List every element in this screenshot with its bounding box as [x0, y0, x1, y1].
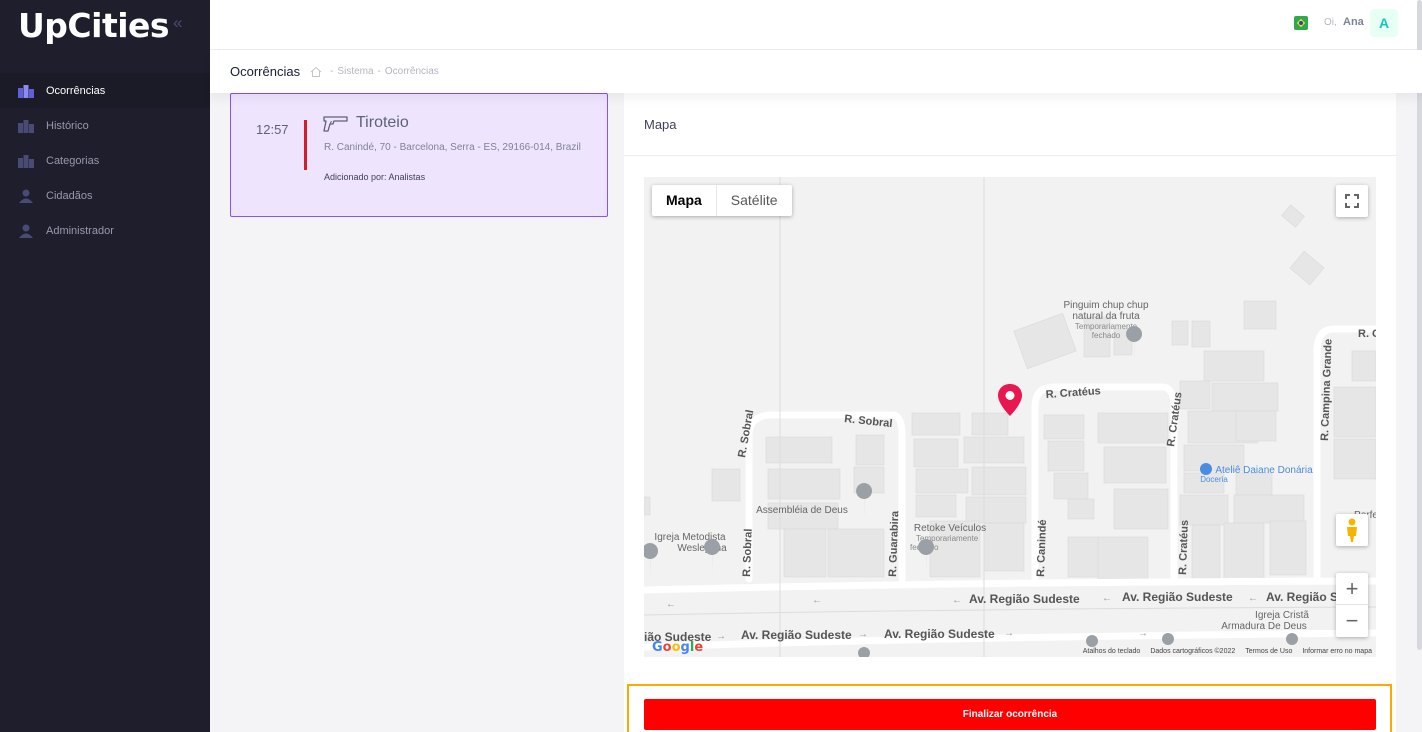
map-footer-link[interactable]: Termos de Uso	[1245, 648, 1292, 655]
occurrence-address: R. Canindé, 70 - Barcelona, Serra - ES, …	[324, 142, 581, 153]
sidebar: UpCities « Ocorrências Histórico Categor…	[0, 0, 210, 732]
history-icon	[18, 118, 34, 134]
breadcrumb-ocorrencias[interactable]: Ocorrências	[385, 66, 439, 77]
app-logo[interactable]: UpCities	[18, 6, 170, 45]
map-label-poi: Retoke Veículos	[914, 523, 986, 534]
occurrence-time: 12:57	[256, 122, 289, 137]
brazil-flag-icon[interactable]	[1294, 16, 1308, 30]
svg-text:→: →	[1138, 628, 1148, 639]
map-footer-link[interactable]: Informar erro no mapa	[1302, 648, 1372, 655]
map-label-street: Av. Região Sudeste	[884, 627, 995, 641]
map-footer: Atalhos do teclado Dados cartográficos ©…	[1083, 648, 1372, 655]
sidebar-item-label: Ocorrências	[46, 84, 106, 97]
map-label-poi: natural da fruta	[1072, 311, 1140, 322]
zoom-out-button[interactable]: −	[1336, 605, 1368, 637]
map-label-street: Av. Região Sudeste	[1122, 590, 1233, 604]
map-label-poi: Assembléia de Deus	[756, 505, 848, 516]
map-type-mapa[interactable]: Mapa	[652, 185, 717, 216]
sidebar-item-historico[interactable]: Histórico	[0, 108, 210, 143]
svg-text:←: ←	[1102, 593, 1112, 604]
map-label-poi: Doceria	[1200, 475, 1228, 484]
sidebar-item-label: Cidadãos	[46, 189, 93, 202]
occurrence-title: Tiroteio	[356, 114, 409, 131]
zoom-control: + −	[1336, 573, 1368, 637]
map-label-poi: Ateliê Daiane Donária	[1215, 465, 1313, 476]
subheader: Ocorrências - Sistema - Ocorrências	[210, 50, 1422, 93]
svg-text:→: →	[716, 631, 726, 642]
map-footer-link[interactable]: Atalhos do teclado	[1083, 648, 1141, 655]
street-view-button[interactable]	[1336, 514, 1368, 546]
collapse-sidebar-icon[interactable]: «	[173, 13, 191, 33]
map-label-street: R. Cratéus	[1177, 520, 1191, 575]
svg-text:→: →	[1004, 628, 1014, 639]
home-icon[interactable]	[310, 66, 322, 78]
map-label-street: Av. Região S	[1266, 590, 1338, 604]
sidebar-item-categorias[interactable]: Categorias	[0, 143, 210, 178]
map-label-street: R. Canindé	[1035, 519, 1049, 577]
map-footer-link[interactable]: Dados cartográficos ©2022	[1150, 648, 1235, 655]
finalize-occurrence-button[interactable]: Finalizar ocorrência	[644, 699, 1376, 730]
map-roads: R. Sobral R. Sobral R. Sobral R. Guarabi…	[644, 177, 1376, 657]
map-label-poi: Pinguim chup chup	[1063, 300, 1148, 311]
location-pin-icon[interactable]	[997, 383, 1023, 417]
breadcrumb-separator: -	[330, 66, 334, 77]
svg-text:←: ←	[1248, 593, 1258, 604]
map-label-poi: Igreja Cristã	[1255, 610, 1309, 621]
sidebar-item-ocorrencias[interactable]: Ocorrências	[0, 73, 210, 108]
map-canvas[interactable]: R. Sobral R. Sobral R. Sobral R. Guarabi…	[644, 177, 1376, 657]
occurrence-card[interactable]: 12:57 Tiroteio R. Canindé, 70 - Barcelon…	[230, 93, 608, 217]
occurrence-accent-bar	[304, 120, 307, 170]
google-logo[interactable]: Google	[652, 640, 703, 655]
pegman-icon	[1347, 518, 1357, 542]
occurrence-added-by: Adicionado por: Analistas	[324, 172, 426, 182]
user-name[interactable]: Ana	[1343, 16, 1364, 28]
greeting-text: Oi,	[1324, 17, 1337, 28]
svg-text:←: ←	[812, 595, 822, 606]
user-avatar[interactable]: A	[1370, 9, 1398, 37]
fullscreen-icon	[1345, 194, 1359, 208]
sidebar-nav: Ocorrências Histórico Categorias Cidadão…	[0, 73, 210, 248]
breadcrumb-separator: -	[377, 66, 381, 77]
map-label-street: R. Cratéus	[1165, 391, 1185, 447]
map-label-street: R. Campina Grande	[1319, 339, 1335, 441]
zoom-in-button[interactable]: +	[1336, 573, 1368, 605]
map-panel-title: Mapa	[624, 93, 1396, 156]
breadcrumb-sistema[interactable]: Sistema	[337, 66, 373, 77]
admin-icon	[18, 223, 34, 239]
map-type-toggle: Mapa Satélite	[652, 185, 792, 216]
map-label-street: R. Guarabira	[887, 510, 901, 577]
map-label-street: Av. Região Sudeste	[741, 628, 852, 642]
map-label-street: R. C	[1358, 328, 1376, 340]
map-label-street: R. Sobral	[741, 528, 755, 577]
finalize-area: Finalizar ocorrência	[627, 684, 1392, 732]
map-label-poi: Armadura De Deus	[1221, 621, 1307, 632]
categories-icon	[18, 153, 34, 169]
map-panel: Mapa R. Sobral R. Sobral R. Sobral R. Gu…	[624, 93, 1396, 732]
sidebar-item-label: Histórico	[46, 119, 89, 132]
page-title: Ocorrências	[230, 64, 301, 79]
gun-icon	[323, 116, 348, 132]
occurrences-icon	[18, 83, 34, 99]
map-label-poi: fechado	[1092, 331, 1121, 340]
page-scrollbar[interactable]	[1417, 0, 1422, 650]
citizens-icon	[18, 188, 34, 204]
map-type-satelite[interactable]: Satélite	[717, 185, 792, 216]
svg-text:→: →	[858, 629, 868, 640]
map-label-street: R. Cratéus	[1045, 385, 1101, 401]
sidebar-item-label: Administrador	[46, 224, 114, 237]
top-header: Oi, Ana A	[210, 0, 1422, 50]
map-label-street: R. Sobral	[736, 409, 756, 459]
map-label-street: Av. Região Sudeste	[969, 592, 1080, 606]
sidebar-item-administrador[interactable]: Administrador	[0, 213, 210, 248]
fullscreen-button[interactable]	[1336, 185, 1368, 217]
sidebar-item-label: Categorias	[46, 154, 100, 167]
svg-text:←: ←	[952, 595, 962, 606]
sidebar-item-cidadaos[interactable]: Cidadãos	[0, 178, 210, 213]
svg-text:←: ←	[666, 599, 676, 610]
